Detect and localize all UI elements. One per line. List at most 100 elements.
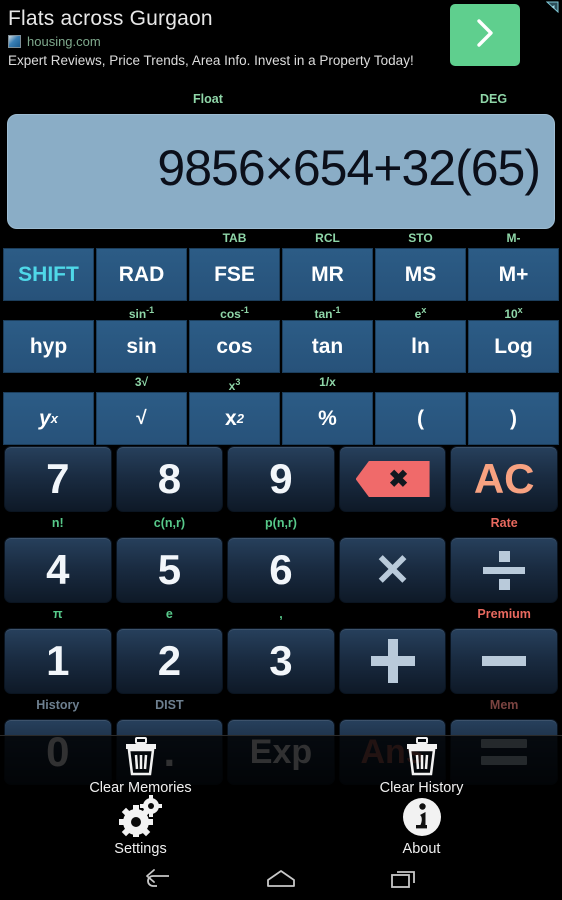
- sin-key[interactable]: sin: [96, 320, 187, 373]
- digit-2-key[interactable]: 2: [115, 628, 224, 694]
- superscript-rcl: RCL: [315, 231, 340, 245]
- power-key[interactable]: yx: [3, 392, 94, 445]
- superscript-exp-e: ex: [374, 301, 467, 321]
- rad-key[interactable]: RAD: [96, 248, 187, 301]
- superscript-tab: TAB: [222, 231, 247, 245]
- sublabel-pi: π: [53, 607, 63, 621]
- backspace-icon: ✖: [355, 461, 430, 497]
- backspace-x-glyph: ✖: [388, 465, 409, 493]
- right-paren-key[interactable]: ): [468, 392, 559, 445]
- superscript-e-exp: x: [421, 305, 427, 315]
- digit-1-key[interactable]: 1: [4, 628, 112, 694]
- key-cell-1: 1 History: [2, 627, 114, 718]
- hyp-key[interactable]: hyp: [3, 320, 94, 373]
- calculator-display[interactable]: 9856×654+32(65): [7, 114, 555, 229]
- back-icon[interactable]: [143, 868, 173, 890]
- menu-item-settings[interactable]: Settings: [0, 795, 281, 859]
- sublabel-mem: Mem: [489, 698, 519, 712]
- angle-mode-indicator[interactable]: DEG: [480, 92, 507, 106]
- sublabel-blank-2: [337, 604, 449, 627]
- menu-item-about-label: About: [402, 841, 441, 858]
- power-exp: x: [50, 411, 58, 426]
- sublabel-euler: e: [165, 607, 173, 621]
- key-cell-multiply: ✕: [337, 536, 449, 627]
- info-circle-icon: [402, 797, 442, 837]
- plus-key[interactable]: [338, 628, 447, 694]
- key-cell-2: 2 DIST: [114, 627, 226, 718]
- multiply-icon: ✕: [374, 545, 412, 595]
- percent-key[interactable]: %: [282, 392, 373, 445]
- key-cell-tan: tan-1 tan: [281, 301, 374, 373]
- key-cell-rad: RAD: [95, 229, 188, 301]
- chevron-right-icon: [472, 18, 498, 53]
- key-cell-mr: RCL MR: [281, 229, 374, 301]
- keypad-row-functions-3: yx 3√ √ x3 x2 1/x % ( ): [2, 373, 560, 445]
- notation-mode-indicator[interactable]: Float: [193, 92, 223, 106]
- fse-key[interactable]: FSE: [189, 248, 280, 301]
- memory-recall-key[interactable]: MR: [282, 248, 373, 301]
- ad-domain: housing.com: [27, 34, 101, 49]
- ad-cta-button[interactable]: [450, 4, 520, 66]
- superscript-arccos-exp: -1: [240, 305, 249, 315]
- square-exp: 2: [236, 411, 244, 426]
- key-cell-square: x3 x2: [188, 373, 281, 445]
- menu-item-clear-history[interactable]: Clear History: [281, 735, 562, 797]
- cos-key[interactable]: cos: [189, 320, 280, 373]
- digit-9-key[interactable]: 9: [227, 446, 335, 512]
- mode-indicator-row: Float DEG: [0, 88, 562, 114]
- log-key[interactable]: Log: [468, 320, 559, 373]
- superscript-arctan: tan-1: [281, 301, 374, 321]
- superscript-arctan-base: tan: [314, 307, 333, 321]
- superscript-sto: STO: [408, 231, 433, 245]
- keypad: SHIFT RAD TAB FSE RCL MR STO MS M- M+ hy…: [0, 229, 562, 786]
- tan-key[interactable]: tan: [282, 320, 373, 373]
- key-cell-plus: [337, 627, 449, 718]
- key-cell-sin: sin-1 sin: [95, 301, 188, 373]
- digit-7-key[interactable]: 7: [4, 446, 112, 512]
- superscript-arccos-base: cos: [220, 307, 241, 321]
- key-cell-mplus: M- M+: [467, 229, 560, 301]
- left-paren-key[interactable]: (: [375, 392, 466, 445]
- superscript-ten-power: 10x: [467, 301, 560, 321]
- sqrt-key[interactable]: √: [96, 392, 187, 445]
- backspace-key[interactable]: ✖: [338, 446, 447, 512]
- home-icon[interactable]: [265, 868, 297, 890]
- superscript-blank-6: [467, 373, 560, 392]
- menu-item-about[interactable]: About: [281, 797, 562, 859]
- power-base: y: [39, 406, 51, 430]
- superscript-arccos: cos-1: [188, 301, 281, 321]
- sublabel-comma: ,: [279, 607, 283, 621]
- digit-3-key[interactable]: 3: [227, 628, 335, 694]
- display-expression: 9856×654+32(65): [157, 139, 541, 196]
- key-cell-lparen: (: [374, 373, 467, 445]
- minus-key[interactable]: [450, 628, 558, 694]
- keypad-row-functions-2: hyp sin-1 sin cos-1 cos tan-1 tan ex ln …: [2, 301, 560, 373]
- ad-info-button[interactable]: [545, 1, 560, 16]
- recent-apps-icon[interactable]: [389, 868, 419, 890]
- all-clear-key[interactable]: AC: [450, 446, 558, 512]
- shift-key[interactable]: SHIFT: [3, 248, 94, 301]
- ln-key[interactable]: ln: [375, 320, 466, 373]
- digit-6-key[interactable]: 6: [227, 537, 335, 603]
- display-wrapper: 9856×654+32(65): [0, 114, 562, 229]
- square-base: x: [225, 406, 237, 430]
- key-cell-log: 10x Log: [467, 301, 560, 373]
- digit-5-key[interactable]: 5: [115, 537, 224, 603]
- multiply-key[interactable]: ✕: [338, 537, 447, 603]
- keypad-row-123: 1 History 2 DIST 3 Mem: [2, 627, 560, 718]
- memory-store-key[interactable]: MS: [375, 248, 466, 301]
- superscript-arcsin: sin-1: [95, 301, 188, 321]
- digit-4-key[interactable]: 4: [4, 537, 112, 603]
- superscript-blank-3: [2, 301, 95, 320]
- ad-banner[interactable]: Flats across Gurgaon housing.com Expert …: [0, 0, 562, 88]
- digit-8-key[interactable]: 8: [115, 446, 224, 512]
- options-menu: Clear Memories Clear History Settings Ab…: [0, 735, 562, 858]
- menu-item-clear-memories[interactable]: Clear Memories: [0, 735, 281, 797]
- memory-plus-key[interactable]: M+: [468, 248, 559, 301]
- square-key[interactable]: x2: [189, 392, 280, 445]
- divide-key[interactable]: [450, 537, 558, 603]
- superscript-blank-2: [95, 229, 188, 248]
- android-navigation-bar: [0, 858, 562, 900]
- plus-icon: [370, 639, 415, 683]
- superscript-blank-5: [374, 373, 467, 392]
